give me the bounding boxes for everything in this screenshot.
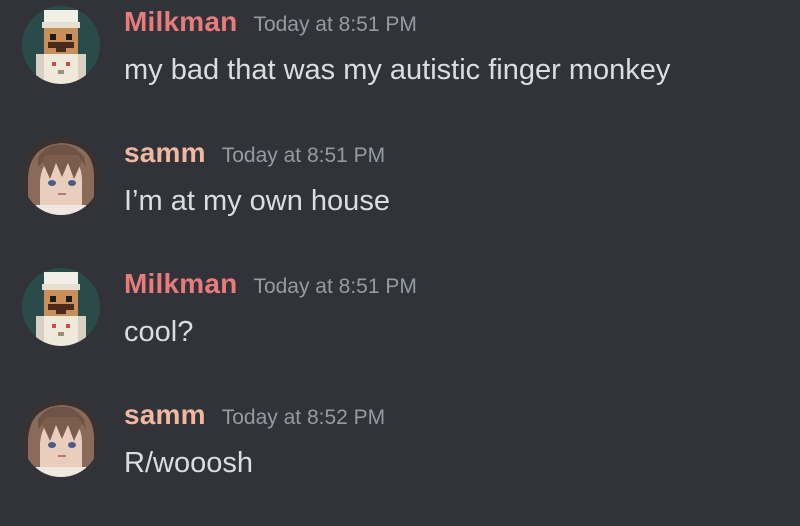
message-content: R/wooosh xyxy=(124,447,253,479)
username[interactable]: Milkman xyxy=(124,6,237,38)
message-content: my bad that was my autistic finger monke… xyxy=(124,54,671,86)
user-avatar[interactable] xyxy=(22,399,100,477)
message: samm Today at 8:52 PM R/wooosh xyxy=(0,399,800,489)
message-content: cool? xyxy=(124,316,194,348)
message-header: Milkman Today at 8:51 PM xyxy=(124,268,417,308)
anime-girl-avatar-icon xyxy=(22,399,100,477)
pixel-chef-avatar-icon xyxy=(22,6,100,84)
user-avatar[interactable] xyxy=(22,137,100,215)
message: Milkman Today at 8:51 PM my bad that was… xyxy=(0,6,800,96)
message-header: samm Today at 8:51 PM xyxy=(124,137,385,177)
message-header: samm Today at 8:52 PM xyxy=(124,399,385,439)
username[interactable]: samm xyxy=(124,399,206,431)
timestamp: Today at 8:51 PM xyxy=(253,275,417,298)
message: Milkman Today at 8:51 PM cool? xyxy=(0,268,800,358)
message-header: Milkman Today at 8:51 PM xyxy=(124,6,417,46)
timestamp: Today at 8:51 PM xyxy=(253,13,417,36)
message-content: I’m at my own house xyxy=(124,185,390,217)
username[interactable]: samm xyxy=(124,137,206,169)
anime-girl-avatar-icon xyxy=(22,137,100,215)
timestamp: Today at 8:51 PM xyxy=(221,144,386,167)
user-avatar[interactable] xyxy=(22,6,100,84)
message-list: Milkman Today at 8:51 PM my bad that was… xyxy=(0,0,800,526)
user-avatar[interactable] xyxy=(22,268,100,346)
message: samm Today at 8:51 PM I’m at my own hous… xyxy=(0,137,800,227)
pixel-chef-avatar-icon xyxy=(22,268,100,346)
timestamp: Today at 8:52 PM xyxy=(221,406,386,429)
username[interactable]: Milkman xyxy=(124,268,237,300)
